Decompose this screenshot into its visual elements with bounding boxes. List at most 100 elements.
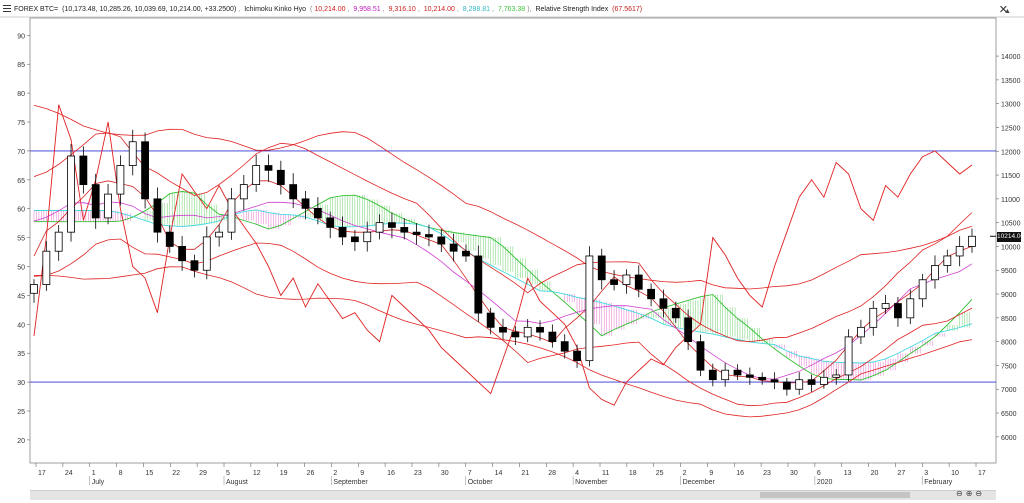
x-tick-label: 15 (145, 470, 153, 477)
left-tick-label: 40 (17, 322, 25, 329)
scrollbar-thumb[interactable] (760, 492, 910, 498)
left-tick-label: 55 (17, 236, 25, 243)
candle-body (425, 234, 433, 238)
candle-body (684, 317, 693, 343)
candle-body (462, 250, 470, 257)
right-tick-label: 8500 (1001, 316, 1017, 323)
x-tick-label: 7 (468, 470, 472, 477)
candle-body (597, 255, 606, 281)
candle-body (437, 236, 446, 245)
right-tick-label: 7500 (1001, 363, 1017, 370)
candle-body (153, 198, 162, 233)
candle-body (388, 222, 396, 228)
month-label: September (333, 479, 368, 486)
x-tick-label: 13 (844, 470, 852, 477)
horizontal-scrollbar[interactable] (30, 490, 996, 500)
x-tick-label: 25 (656, 470, 664, 477)
month-label: October (468, 479, 494, 486)
x-tick-label: 28 (548, 470, 556, 477)
candle-body (721, 369, 730, 381)
x-tick-label: 10 (951, 470, 959, 477)
right-tick-label: 11000 (1001, 197, 1020, 204)
last-price-badge: 10214.00 (997, 232, 1024, 242)
candle-body (165, 231, 174, 247)
right-tick-label: 6000 (1001, 435, 1017, 442)
candle-body (832, 374, 841, 378)
candle-body (918, 279, 927, 300)
x-tick-label: 2 (333, 470, 337, 477)
month-label: February (924, 479, 953, 486)
candle-body (622, 274, 631, 285)
plot-area (29, 17, 997, 464)
candle-body (536, 326, 544, 333)
candle-body (758, 376, 767, 381)
candle-body (782, 381, 791, 390)
candle (67, 143, 75, 242)
x-tick-label: 17 (38, 470, 46, 477)
x-tick-label: 12 (253, 470, 261, 477)
candle-body (67, 155, 75, 233)
candle-body (215, 231, 224, 238)
x-tick-label: 21 (521, 470, 529, 477)
candle-body (894, 303, 902, 319)
candle-body (141, 141, 149, 200)
x-tick-label: 3 (924, 470, 928, 477)
candle-body (499, 326, 507, 333)
candle-body (400, 227, 409, 233)
right-tick-label: 12500 (1001, 125, 1021, 132)
candle-body (968, 235, 976, 247)
candle-body (202, 236, 211, 271)
month-label: December (683, 479, 716, 486)
month-label: November (575, 479, 608, 486)
candle-body (350, 236, 359, 243)
left-tick-label: 45 (17, 293, 25, 300)
x-tick-label: 9 (360, 470, 364, 477)
candle-body (91, 184, 100, 219)
right-tick-label: 14000 (1001, 54, 1021, 61)
left-tick-label: 65 (17, 178, 25, 185)
right-tick-label: 7000 (1001, 387, 1017, 394)
x-tick-label: 18 (629, 470, 637, 477)
candle-body (857, 326, 865, 338)
candle (585, 246, 594, 367)
candle-body (289, 184, 298, 200)
x-tick-label: 4 (575, 470, 579, 477)
candle-body (276, 169, 285, 185)
month-label: 2020 (817, 479, 833, 486)
candle-body (610, 279, 618, 285)
left-tick-label: 25 (17, 409, 25, 416)
right-tick-label: 8000 (1001, 340, 1017, 347)
right-tick-label: 13000 (1001, 102, 1021, 109)
right-tick-label: 9500 (1001, 268, 1017, 275)
candle-body (869, 307, 878, 328)
candle-body (375, 222, 384, 233)
candle-body (671, 307, 680, 319)
candle-body (931, 265, 939, 281)
left-tick-label: 60 (17, 207, 25, 214)
candle (844, 329, 853, 382)
candle-body (523, 326, 532, 338)
candle-body (104, 193, 112, 219)
zoom-icon[interactable]: ⊖⊕⊖ (956, 489, 985, 498)
x-tick-label: 24 (65, 470, 73, 477)
candle-body (178, 246, 187, 262)
x-tick-label: 29 (199, 470, 207, 477)
candle-body (881, 303, 890, 309)
candle-body (264, 165, 273, 171)
month-label: August (226, 479, 248, 486)
x-tick-label: 27 (897, 470, 905, 477)
chart-window: FOREX BTC= (10,173.48, 10,285.26, 10,039… (0, 0, 1024, 503)
x-tick-label: 9 (709, 470, 713, 477)
candle-body (486, 312, 495, 328)
candle-body (239, 184, 248, 200)
left-tick-label: 75 (17, 120, 25, 127)
left-tick-label: 90 (17, 33, 25, 40)
candle-body (338, 227, 347, 238)
x-tick-label: 23 (414, 470, 422, 477)
month-label: July (92, 479, 105, 486)
left-tick-label: 50 (17, 265, 25, 272)
candle-body (647, 288, 656, 300)
candle-body (326, 217, 335, 228)
x-tick-label: 16 (387, 470, 395, 477)
candle-body (227, 198, 236, 233)
